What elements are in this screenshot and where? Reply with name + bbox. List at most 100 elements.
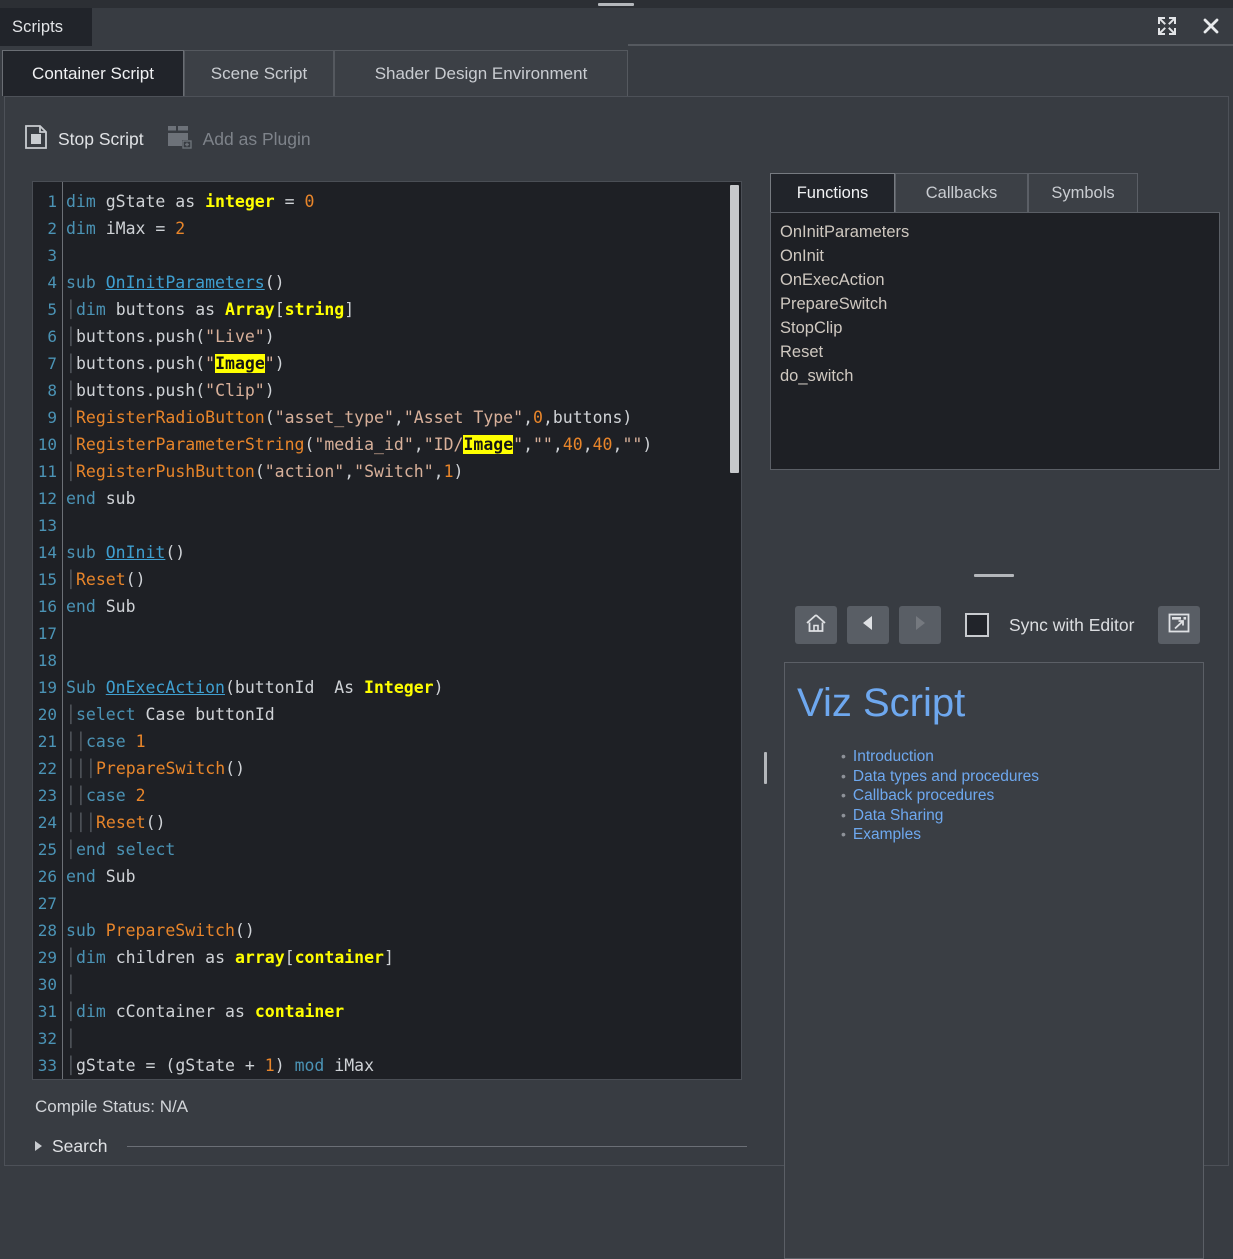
code-token: 2	[136, 786, 146, 805]
function-list-item[interactable]: do_switch	[780, 364, 1219, 388]
code-token: gState = (gState +	[76, 1056, 265, 1075]
vertical-splitter-handle[interactable]	[764, 752, 767, 784]
tab-functions[interactable]: Functions	[770, 173, 895, 213]
line-number: 19	[33, 674, 57, 701]
code-token: buttons.push(	[76, 354, 205, 373]
code-lines[interactable]: 1dim gState as integer = 02dim iMax = 23…	[33, 182, 741, 1079]
forward-button[interactable]	[899, 606, 941, 644]
code-token: sub	[66, 921, 106, 940]
add-as-plugin-button[interactable]: Add as Plugin	[166, 124, 311, 155]
code-token: cContainer as	[116, 1002, 255, 1021]
code-token: sub	[66, 543, 106, 562]
function-list-item[interactable]: OnExecAction	[780, 268, 1219, 292]
code-token: Case	[146, 705, 196, 724]
function-list-item[interactable]: OnInitParameters	[780, 220, 1219, 244]
function-list-item[interactable]: PrepareSwitch	[780, 292, 1219, 316]
code-token: Reset	[96, 813, 146, 832]
indent-guide: │	[66, 1025, 76, 1052]
doc-link[interactable]: Data Sharing	[853, 806, 943, 826]
code-line: 29│dim children as array[container]	[33, 944, 741, 971]
doc-link[interactable]: Data types and procedures	[853, 767, 1039, 787]
code-text: │RegisterRadioButton("asset_type","Asset…	[57, 404, 632, 431]
home-button[interactable]	[795, 606, 837, 644]
doc-link[interactable]: Callback procedures	[853, 786, 994, 806]
code-line: 25│end select	[33, 836, 741, 863]
code-token: end	[66, 867, 106, 886]
code-token: Reset	[76, 570, 126, 589]
line-number: 9	[33, 404, 57, 431]
code-text: sub OnInit()	[57, 539, 185, 566]
line-number: 6	[33, 323, 57, 350]
code-token: ,	[434, 462, 444, 481]
code-line: 13	[33, 512, 741, 539]
functions-list[interactable]: OnInitParametersOnInitOnExecActionPrepar…	[770, 212, 1220, 470]
function-list-item[interactable]: StopClip	[780, 316, 1219, 340]
code-token: "	[513, 435, 523, 454]
code-text: sub OnInitParameters()	[57, 269, 285, 296]
back-button[interactable]	[847, 606, 889, 644]
tab-container-script[interactable]: Container Script	[2, 50, 184, 96]
code-text: │││Reset()	[57, 809, 166, 836]
line-number: 25	[33, 836, 57, 863]
code-token: iMax =	[106, 219, 176, 238]
line-number: 5	[33, 296, 57, 323]
code-line: 23││case 2	[33, 782, 741, 809]
code-editor[interactable]: 1dim gState as integer = 02dim iMax = 23…	[32, 181, 742, 1080]
doc-link[interactable]: Examples	[853, 825, 921, 845]
indent-guide: │	[76, 755, 86, 782]
panel-resize-grip[interactable]	[974, 574, 1014, 577]
tab-symbols[interactable]: Symbols	[1028, 173, 1138, 213]
sync-with-editor-checkbox[interactable]	[965, 613, 989, 637]
code-text: │	[57, 1025, 76, 1052]
open-external-button[interactable]	[1158, 606, 1200, 644]
stop-script-button[interactable]: Stop Script	[23, 124, 144, 155]
code-token: string	[285, 300, 345, 319]
code-token: 1	[136, 732, 146, 751]
code-token: end	[66, 489, 106, 508]
reference-tab-bar: Functions Callbacks Symbols	[770, 173, 1220, 213]
code-token: OnExecAction	[106, 678, 225, 697]
title-bar	[0, 8, 1233, 46]
code-token: ,	[523, 408, 533, 427]
tab-functions-label: Functions	[797, 184, 869, 203]
code-text: │buttons.push("Live")	[57, 323, 275, 350]
line-number: 15	[33, 566, 57, 593]
line-number: 28	[33, 917, 57, 944]
doc-link-item: •Data Sharing	[841, 806, 1203, 826]
indent-guide: │	[66, 431, 76, 458]
code-line: 7│buttons.push("Image")	[33, 350, 741, 377]
function-list-item[interactable]: Reset	[780, 340, 1219, 364]
code-token: [	[285, 948, 295, 967]
code-token: "asset_type"	[275, 408, 394, 427]
code-token: children as	[116, 948, 235, 967]
code-text: Sub OnExecAction(buttonId As Integer)	[57, 674, 444, 701]
expand-icon[interactable]	[1153, 12, 1181, 40]
code-token: RegisterRadioButton	[76, 408, 265, 427]
window-drag-grip[interactable]	[598, 3, 634, 6]
code-text: │gState = (gState + 1) mod iMax	[57, 1052, 374, 1079]
code-text: │buttons.push("Image")	[57, 350, 285, 377]
tab-scene-script[interactable]: Scene Script	[184, 50, 334, 96]
indent-guide: │	[66, 836, 76, 863]
code-line: 33│gState = (gState + 1) mod iMax	[33, 1052, 741, 1079]
doc-link[interactable]: Introduction	[853, 747, 934, 767]
code-text: │RegisterPushButton("action","Switch",1)	[57, 458, 463, 485]
search-section-toggle[interactable]: Search	[35, 1133, 747, 1159]
code-token: dim	[66, 192, 106, 211]
tab-shader-design-environment[interactable]: Shader Design Environment	[334, 50, 628, 96]
code-token: Integer	[364, 678, 434, 697]
function-list-item[interactable]: OnInit	[780, 244, 1219, 268]
tab-callbacks[interactable]: Callbacks	[895, 173, 1028, 213]
code-text: end Sub	[57, 593, 136, 620]
editor-vertical-scrollbar[interactable]	[730, 185, 739, 473]
code-token: ()	[265, 273, 285, 292]
code-token: 0	[533, 408, 543, 427]
window-buttons	[1153, 12, 1225, 40]
window-title-tab[interactable]: Scripts	[0, 8, 92, 46]
code-token: ()	[165, 543, 185, 562]
stop-script-icon	[23, 124, 49, 155]
code-line: 18	[33, 647, 741, 674]
scripts-window: Scripts Container Script	[0, 0, 1233, 1166]
close-icon[interactable]	[1197, 12, 1225, 40]
indent-guide: │	[86, 755, 96, 782]
